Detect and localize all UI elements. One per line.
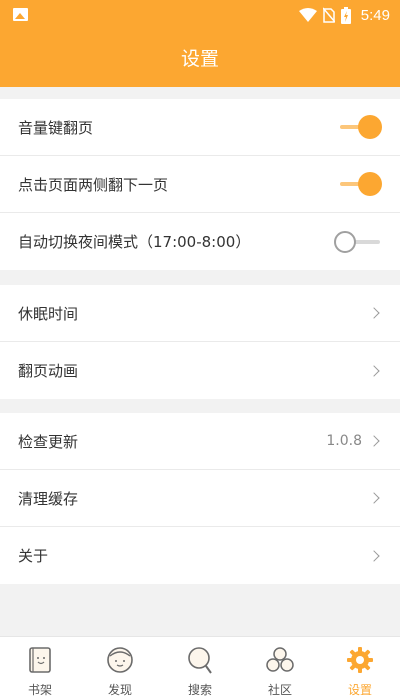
auto-night-mode-toggle[interactable]: [334, 230, 382, 254]
no-sim-icon: [322, 7, 335, 23]
tab-label: 社区: [267, 683, 292, 697]
app-settings-group: 检查更新 1.0.8 清理缓存 关于: [0, 413, 400, 584]
chevron-right-icon: [368, 435, 380, 447]
tab-label: 搜索: [187, 683, 212, 697]
row-label: 翻页动画: [18, 362, 79, 380]
settings-row-tap-sides-next-page[interactable]: 点击页面两侧翻下一页: [0, 156, 400, 213]
tab-community[interactable]: 社区: [240, 637, 320, 700]
tab-settings[interactable]: 设置: [320, 637, 400, 700]
clock: 5:49: [360, 6, 390, 24]
reading-settings-group: 音量键翻页 点击页面两侧翻下一页 自动切换夜间模式（17:00-8:00）: [0, 99, 400, 270]
settings-row-check-update[interactable]: 检查更新 1.0.8: [0, 413, 400, 470]
battery-charging-icon: [340, 6, 351, 24]
bookshelf-icon: [29, 647, 51, 673]
settings-row-clear-cache[interactable]: 清理缓存: [0, 470, 400, 527]
discover-icon: [107, 647, 133, 673]
community-icon: [266, 647, 294, 672]
settings-row-auto-night-mode[interactable]: 自动切换夜间模式（17:00-8:00）: [0, 213, 400, 270]
settings-gear-icon: [347, 647, 373, 673]
version-value: 1.0.8: [326, 433, 362, 449]
settings-row-about[interactable]: 关于: [0, 527, 400, 584]
tab-search[interactable]: 搜索: [160, 637, 240, 700]
status-bar: 5:49: [0, 0, 400, 30]
tab-label: 设置: [347, 683, 372, 697]
tab-bookshelf[interactable]: 书架: [0, 637, 80, 700]
volume-key-paging-toggle[interactable]: [338, 115, 382, 139]
row-label: 休眠时间: [18, 304, 79, 323]
tap-sides-next-page-toggle[interactable]: [338, 172, 382, 196]
tab-label: 发现: [107, 683, 132, 697]
row-label: 检查更新: [18, 432, 79, 451]
row-label: 关于: [18, 547, 49, 565]
search-icon: [188, 647, 212, 674]
settings-row-sleep-time[interactable]: 休眠时间: [0, 285, 400, 342]
chevron-right-icon: [368, 549, 380, 562]
row-label: 点击页面两侧翻下一页: [18, 175, 169, 194]
chevron-right-icon: [368, 492, 380, 504]
page-title: 设置: [180, 48, 219, 70]
chevron-right-icon: [368, 307, 380, 319]
row-label: 自动切换夜间模式（17:00-8:00）: [18, 233, 251, 251]
row-label: 清理缓存: [18, 489, 79, 508]
wifi-icon: [298, 8, 317, 22]
settings-row-page-animation[interactable]: 翻页动画: [0, 342, 400, 399]
display-settings-group: 休眠时间 翻页动画: [0, 285, 400, 399]
settings-row-volume-key-paging[interactable]: 音量键翻页: [0, 99, 400, 156]
app-header: 5:49 设置: [0, 0, 400, 87]
tab-discover[interactable]: 发现: [80, 637, 160, 700]
bottom-tab-bar: 书架 发现 搜索 社区 设置: [0, 636, 400, 700]
gallery-notification-icon: [13, 8, 28, 21]
chevron-right-icon: [368, 364, 380, 377]
tab-label: 书架: [27, 683, 52, 697]
row-label: 音量键翻页: [18, 118, 94, 137]
